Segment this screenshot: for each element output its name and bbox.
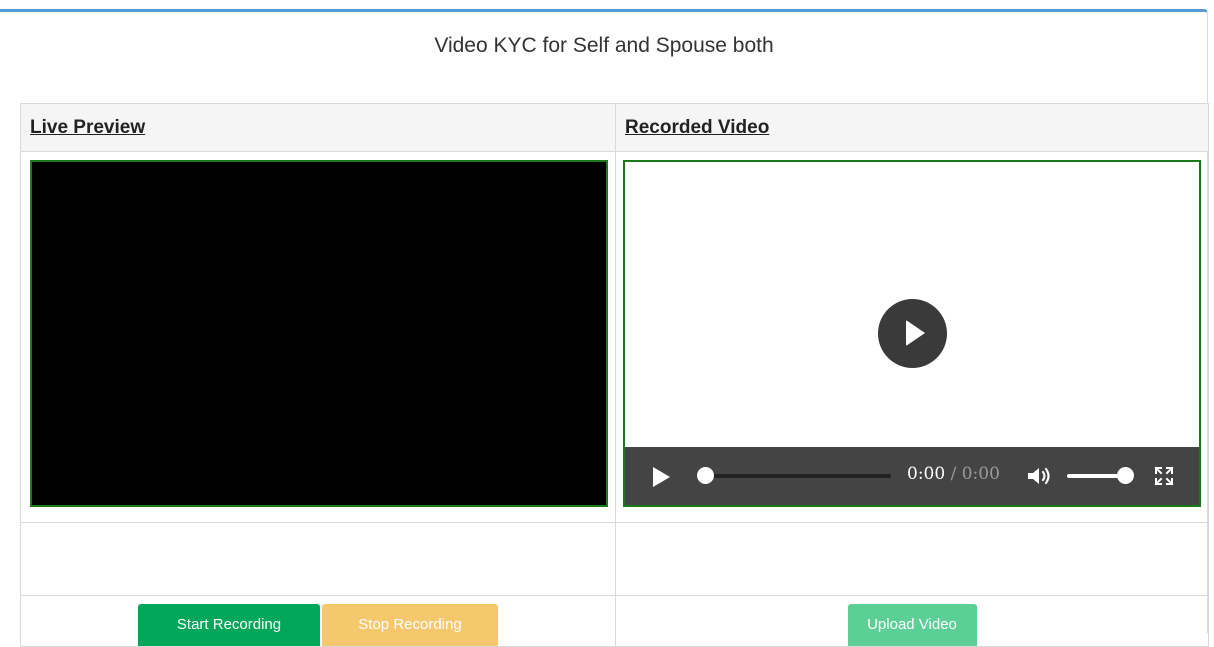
live-preview-label: Live Preview (30, 116, 146, 138)
recorded-video-cell: 0:00 / 0:00 (615, 151, 1209, 523)
spacer-row (20, 522, 1209, 596)
live-preview-video (30, 160, 608, 507)
fullscreen-icon[interactable] (1153, 465, 1175, 487)
video-kyc-panel: Video KYC for Self and Spouse both Live … (0, 9, 1209, 647)
recorded-spacer-cell (615, 522, 1209, 596)
recorded-video-label: Recorded Video (625, 116, 770, 138)
video-row: 0:00 / 0:00 (20, 151, 1209, 523)
time-display: 0:00 / 0:00 (907, 464, 1000, 484)
play-circle-icon[interactable] (878, 299, 947, 368)
button-row: Start Recording Stop Recording Upload Vid… (20, 595, 1209, 647)
duration: 0:00 (961, 464, 1000, 484)
play-icon[interactable] (653, 467, 670, 487)
live-spacer-cell (20, 522, 616, 596)
recording-buttons-cell: Start Recording Stop Recording (20, 595, 616, 647)
live-preview-header: Live Preview (20, 103, 616, 152)
seek-bar[interactable] (701, 474, 891, 478)
panel-title: Video KYC for Self and Spouse both (434, 34, 774, 57)
volume-thumb[interactable] (1117, 467, 1134, 484)
volume-icon[interactable] (1026, 466, 1052, 486)
header-row: Live Preview Recorded Video (20, 103, 1209, 152)
live-preview-cell (20, 151, 616, 523)
upload-button-cell: Upload Video (615, 595, 1209, 647)
current-time: 0:00 (907, 464, 946, 484)
recorded-video-player[interactable]: 0:00 / 0:00 (623, 160, 1201, 507)
time-separator: / (950, 464, 957, 484)
start-recording-button[interactable]: Start Recording (138, 604, 320, 646)
upload-video-button[interactable]: Upload Video (847, 604, 977, 646)
kyc-table: Live Preview Recorded Video 0:00 / 0:00 … (20, 103, 1209, 647)
recorded-video-header: Recorded Video (615, 103, 1209, 152)
player-controls: 0:00 / 0:00 (625, 447, 1199, 505)
stop-recording-button[interactable]: Stop Recording (322, 604, 498, 646)
seek-thumb[interactable] (697, 467, 714, 484)
